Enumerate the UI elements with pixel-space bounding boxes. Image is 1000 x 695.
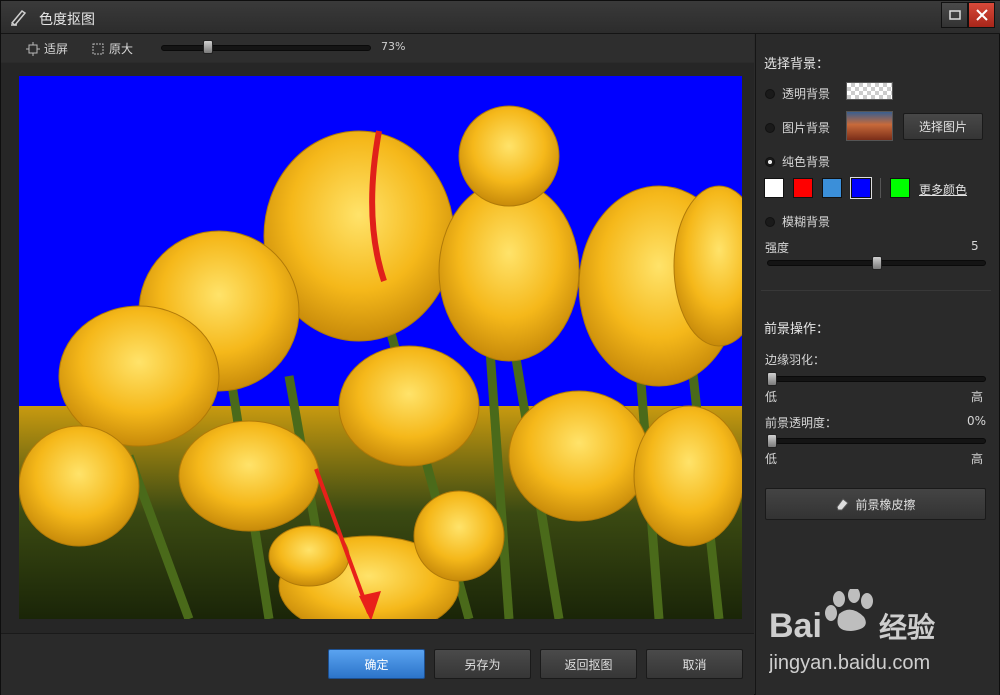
eraser-icon <box>836 498 850 511</box>
fit-screen-icon <box>26 41 40 56</box>
baidu-jingyan-watermark: Bai 经验 jingyan.baidu.com <box>768 587 999 689</box>
radio-label: 模糊背景 <box>782 215 831 229</box>
zoom-slider[interactable] <box>161 45 371 51</box>
radio-icon <box>765 88 775 99</box>
svg-text:经验: 经验 <box>879 611 935 644</box>
preview-image[interactable] <box>19 76 742 619</box>
color-swatch-red[interactable] <box>793 178 813 198</box>
color-swatch-light-blue[interactable] <box>822 178 842 198</box>
opacity-low-label: 低 <box>765 452 778 466</box>
opacity-label: 前景透明度： <box>765 416 838 430</box>
strength-value: 5 <box>971 239 979 253</box>
fit-screen-button[interactable]: 适屏 <box>26 40 68 57</box>
original-size-button[interactable]: 原大 <box>91 40 133 57</box>
watermark-url: jingyan.baidu.com <box>769 652 930 674</box>
chroma-key-window: 色度抠图 适屏 原大 73% 确定 另存为 返回抠图 取消 选择背景： 透明背景… <box>0 0 1000 695</box>
color-swatch-white[interactable] <box>764 178 784 198</box>
pen-icon <box>9 8 29 26</box>
color-swatch-green[interactable] <box>890 178 910 198</box>
maximize-icon <box>948 10 961 20</box>
original-size-label: 原大 <box>109 42 134 56</box>
opacity-high-label: 高 <box>971 452 984 466</box>
feather-label: 边缘羽化： <box>765 353 826 367</box>
color-swatch-blue[interactable] <box>850 177 872 199</box>
confirm-button[interactable]: 确定 <box>328 649 425 679</box>
zoom-value: 73% <box>381 40 406 53</box>
transparent-preview <box>846 82 893 100</box>
radio-label: 纯色背景 <box>782 155 831 169</box>
strength-slider-thumb[interactable] <box>871 256 882 270</box>
title-bar: 色度抠图 <box>1 1 1000 34</box>
zoom-slider-thumb[interactable] <box>203 40 213 54</box>
radio-image-background[interactable]: 图片背景 <box>765 119 830 136</box>
radio-label: 透明背景 <box>782 87 831 101</box>
fit-screen-label: 适屏 <box>44 42 69 56</box>
save-as-button[interactable]: 另存为 <box>434 649 531 679</box>
svg-text:Bai: Bai <box>769 607 822 645</box>
background-section-title: 选择背景： <box>764 57 830 72</box>
radio-transparent-background[interactable]: 透明背景 <box>765 85 830 102</box>
section-divider <box>761 290 991 291</box>
radio-label: 图片背景 <box>782 121 831 135</box>
cancel-button[interactable]: 取消 <box>646 649 743 679</box>
back-to-cutout-button[interactable]: 返回抠图 <box>540 649 637 679</box>
feather-slider[interactable] <box>767 376 986 382</box>
radio-icon <box>765 216 775 227</box>
close-icon <box>975 9 988 21</box>
opacity-slider-thumb[interactable] <box>767 434 777 448</box>
radio-icon <box>765 156 775 167</box>
image-background-thumbnail <box>846 111 893 141</box>
feather-slider-thumb[interactable] <box>767 372 777 386</box>
maximize-button[interactable] <box>941 2 968 28</box>
opacity-slider[interactable] <box>767 438 986 444</box>
window-title: 色度抠图 <box>39 12 95 28</box>
more-colors-link[interactable]: 更多颜色 <box>919 181 967 198</box>
foreground-eraser-button[interactable]: 前景橡皮擦 <box>765 488 986 520</box>
baidu-logo: Bai 经验 jingyan.baidu.com <box>768 587 935 674</box>
tulip-photo <box>19 76 742 619</box>
opacity-value: 0% <box>967 414 987 428</box>
radio-solid-background[interactable]: 纯色背景 <box>765 153 830 170</box>
radio-blur-background[interactable]: 模糊背景 <box>765 213 830 230</box>
strength-label: 强度 <box>765 241 790 255</box>
original-size-icon <box>92 43 104 54</box>
close-button[interactable] <box>968 2 995 28</box>
swatch-divider <box>880 178 881 198</box>
foreground-section-title: 前景操作： <box>764 322 830 337</box>
radio-icon <box>765 122 775 133</box>
select-image-button[interactable]: 选择图片 <box>903 113 983 140</box>
eraser-button-label: 前景橡皮擦 <box>855 497 916 512</box>
feather-high-label: 高 <box>971 390 984 404</box>
feather-low-label: 低 <box>765 390 778 404</box>
